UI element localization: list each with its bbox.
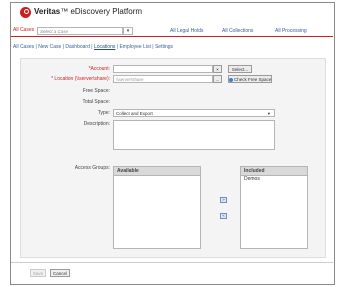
move-left-icon[interactable]: « bbox=[220, 213, 227, 219]
check-free-space-label: Check Free Space bbox=[234, 77, 272, 82]
link-all-legal-holds[interactable]: All Legal Holds bbox=[170, 28, 203, 34]
link-all-collections[interactable]: All Collections bbox=[222, 28, 253, 34]
description-label: Description: bbox=[83, 121, 110, 127]
chevron-down-icon[interactable]: ▾ bbox=[123, 27, 133, 35]
product-name: ™ eDiscovery Platform bbox=[60, 7, 143, 16]
logo-mark bbox=[24, 9, 29, 14]
location-field[interactable]: \\server\share bbox=[113, 75, 213, 83]
subnav-employee-list[interactable]: Employee List bbox=[119, 44, 150, 50]
account-label: *Account: bbox=[89, 66, 110, 72]
access-groups-label: Access Groups: bbox=[74, 165, 110, 171]
move-right-icon[interactable]: » bbox=[220, 197, 227, 203]
brand-name: Veritas bbox=[34, 7, 61, 16]
subnav-new-case[interactable]: New Case bbox=[38, 44, 61, 50]
subnav-separator: | bbox=[35, 44, 37, 50]
subnav-separator: | bbox=[62, 44, 64, 50]
clear-account-icon[interactable]: × bbox=[213, 65, 222, 73]
account-label-text: *Account: bbox=[88, 66, 110, 72]
subnav-separator: | bbox=[152, 44, 154, 50]
description-textarea[interactable] bbox=[113, 120, 275, 150]
total-space-label: Total Space: bbox=[82, 99, 110, 105]
free-space-label: Free Space: bbox=[82, 88, 110, 94]
type-label: Type: bbox=[97, 110, 110, 116]
subnav-separator: | bbox=[116, 44, 119, 50]
location-label-text: * Location (\\server\share): bbox=[51, 76, 110, 82]
subnav-separator: | bbox=[91, 44, 93, 50]
app-title: Veritas™ eDiscovery Platform bbox=[34, 7, 142, 16]
list-item[interactable]: Demos bbox=[244, 176, 260, 182]
type-select[interactable]: Collect and Export ▾ bbox=[113, 109, 275, 117]
account-field[interactable] bbox=[113, 65, 213, 73]
chevron-down-icon: ▾ bbox=[267, 111, 270, 116]
included-header: Included bbox=[241, 167, 307, 176]
check-free-space-button[interactable]: Check Free Space bbox=[228, 75, 272, 83]
location-label: * Location (\\server\share): bbox=[51, 76, 110, 82]
available-groups-list[interactable]: Available bbox=[113, 166, 201, 249]
select-account-button[interactable]: Select... bbox=[228, 65, 252, 73]
subnav-all-cases[interactable]: All Cases bbox=[13, 44, 34, 50]
tab-all-cases[interactable]: All Cases bbox=[13, 27, 34, 33]
subnav-locations[interactable]: Locations bbox=[94, 44, 115, 50]
included-groups-list[interactable]: Included Demos bbox=[240, 166, 308, 249]
subnav-dashboard[interactable]: Dashboard bbox=[65, 44, 89, 50]
browse-button[interactable]: ... bbox=[213, 75, 222, 83]
refresh-icon bbox=[229, 77, 233, 82]
save-button[interactable]: Save bbox=[30, 269, 46, 277]
subnav-settings[interactable]: Settings bbox=[155, 44, 173, 50]
footer-divider bbox=[11, 262, 333, 263]
sub-navigation: All Cases | New Case | Dashboard | Locat… bbox=[13, 44, 173, 50]
case-select-input[interactable]: Select a Case bbox=[37, 27, 123, 35]
type-value: Collect and Export bbox=[116, 111, 153, 116]
available-header: Available bbox=[114, 167, 200, 176]
cancel-button[interactable]: Cancel bbox=[50, 269, 70, 277]
link-all-processing[interactable]: All Processing bbox=[275, 28, 307, 34]
